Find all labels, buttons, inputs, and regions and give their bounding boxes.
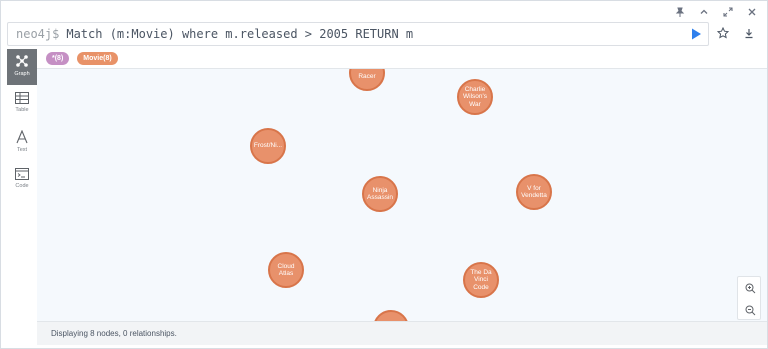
play-icon — [691, 28, 701, 40]
node-label: The Da Vinci Code — [470, 268, 492, 291]
zoom-out-button[interactable] — [738, 299, 762, 321]
zoom-in-icon — [745, 283, 755, 293]
movie-node[interactable]: Racer — [349, 69, 385, 91]
editor-prompt: neo4j$ — [16, 27, 60, 41]
movie-node[interactable]: Charlie Wilson's War — [457, 79, 493, 115]
zoom-out-icon — [745, 305, 755, 315]
movie-node[interactable]: Frost/Ni... — [250, 128, 286, 164]
tag-all-nodes[interactable]: *(8) — [46, 52, 70, 65]
view-sidebar: Graph Table Text Code — [7, 49, 37, 345]
close-icon[interactable] — [745, 5, 759, 19]
node-label: Frost/Ni... — [253, 142, 283, 150]
text-icon — [16, 130, 28, 144]
star-icon — [717, 27, 729, 39]
query-result-frame: neo4j$ Match (m:Movie) where m.released … — [0, 0, 768, 349]
movie-node[interactable]: V for Vendetta — [516, 174, 552, 210]
node-label: V for Vendetta — [521, 184, 547, 199]
download-button[interactable] — [741, 25, 757, 41]
sidebar-item-table[interactable]: Table — [7, 87, 37, 123]
window-controls — [673, 5, 759, 19]
node-label: Cloud Atlas — [277, 262, 295, 277]
sidebar-item-label: Table — [15, 107, 29, 113]
movie-node[interactable]: Cloud Atlas — [268, 252, 304, 288]
node-label: Racer — [358, 72, 376, 80]
favorite-button[interactable] — [715, 25, 731, 41]
sidebar-item-label: Code — [15, 183, 29, 189]
sidebar-item-text[interactable]: Text — [7, 125, 37, 161]
sidebar-item-code[interactable]: Code — [7, 163, 37, 199]
sidebar-item-graph[interactable]: Graph — [7, 49, 37, 85]
expand-icon[interactable] — [721, 5, 735, 19]
node-label: Ninja Assassin — [367, 186, 394, 201]
tag-movie[interactable]: Movie(8) — [77, 52, 118, 65]
graph-canvas[interactable]: Racer Charlie Wilson's War Frost/Ni... N… — [37, 69, 767, 321]
zoom-controls — [737, 276, 761, 320]
run-query-button[interactable] — [689, 27, 703, 41]
movie-node[interactable]: Ninja Assassin — [362, 176, 398, 212]
sidebar-item-label: Text — [16, 147, 28, 153]
pin-icon[interactable] — [673, 5, 687, 19]
code-icon — [15, 168, 29, 180]
sidebar-item-label: Graph — [14, 71, 30, 77]
movie-node[interactable] — [373, 310, 409, 321]
status-bar: Displaying 8 nodes, 0 relationships. — [37, 321, 767, 345]
download-icon — [745, 28, 753, 38]
chevron-up-icon[interactable] — [697, 5, 711, 19]
node-label: Charlie Wilson's War — [463, 85, 487, 108]
zoom-in-button[interactable] — [738, 277, 762, 299]
query-text[interactable]: Match (m:Movie) where m.released > 2005 … — [66, 27, 413, 41]
label-tags: *(8) Movie(8) — [46, 52, 118, 65]
query-editor[interactable]: neo4j$ Match (m:Movie) where m.released … — [7, 22, 709, 46]
graph-icon — [16, 55, 28, 67]
status-text: Displaying 8 nodes, 0 relationships. — [51, 329, 177, 338]
movie-node[interactable]: The Da Vinci Code — [463, 262, 499, 298]
table-icon — [15, 92, 29, 104]
